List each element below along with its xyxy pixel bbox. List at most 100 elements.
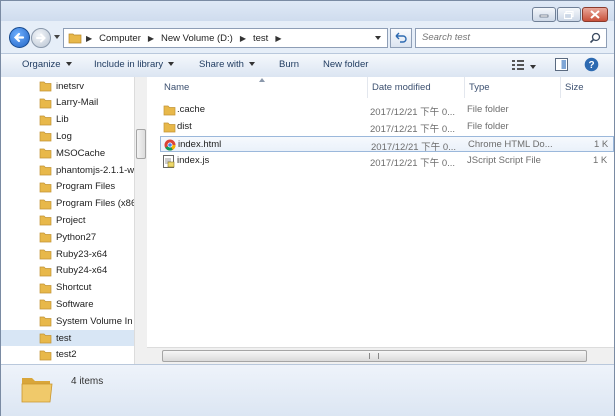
minimize-icon xyxy=(539,14,549,17)
file-row[interactable]: .cache 2017/12/21 下午 0... File folder xyxy=(160,102,614,118)
maximize-button[interactable] xyxy=(557,7,581,22)
folder-icon xyxy=(39,182,52,193)
new-folder-button[interactable]: New folder xyxy=(323,59,368,70)
file-row[interactable]: index.js 2017/12/21 下午 0... JScript Script… xyxy=(160,153,614,169)
minimize-button[interactable] xyxy=(532,7,556,22)
include-in-library-menu[interactable]: Include in library xyxy=(94,59,175,70)
file-type: File folder xyxy=(467,121,509,132)
nav-item[interactable]: Ruby23-x64 xyxy=(1,246,134,262)
nav-item[interactable]: Larry-Mail xyxy=(1,95,134,111)
nav-item[interactable]: inetsrv xyxy=(1,78,134,94)
forward-button[interactable] xyxy=(31,28,51,48)
separator-icon[interactable]: ▶ xyxy=(271,34,285,43)
nav-item[interactable]: Shortcut xyxy=(1,280,134,296)
nav-item-label: Ruby24-x64 xyxy=(56,265,108,277)
column-header-size[interactable]: Size xyxy=(561,77,614,98)
folder-icon xyxy=(39,350,52,361)
arrow-left-icon xyxy=(13,32,25,43)
nav-item[interactable]: Lib xyxy=(1,112,134,128)
breadcrumb-computer[interactable]: Computer xyxy=(96,29,144,47)
nav-item[interactable]: Python27 xyxy=(1,229,134,245)
file-row[interactable]: dist 2017/12/21 下午 0... File folder xyxy=(160,119,614,135)
folder-icon xyxy=(163,105,176,116)
folder-icon xyxy=(39,333,52,344)
file-name: index.js xyxy=(177,155,210,166)
share-with-menu[interactable]: Share with xyxy=(199,59,255,70)
search-box[interactable] xyxy=(415,28,607,48)
navigation-pane: inetsrv Larry-Mail Lib Log MSOCache phantomjs… xyxy=(1,77,134,364)
file-size: 1 K xyxy=(594,139,609,150)
folder-icon xyxy=(39,115,52,125)
nav-item-label: inetsrv xyxy=(56,80,84,92)
back-button[interactable] xyxy=(9,27,30,48)
refresh-icon xyxy=(395,32,407,43)
history-dropdown[interactable] xyxy=(54,35,60,39)
chrome-icon xyxy=(164,139,176,151)
nav-item-label: test2 xyxy=(56,349,77,361)
nav-item[interactable]: Project xyxy=(1,212,134,228)
nav-item[interactable]: Software xyxy=(1,296,134,312)
scrollbar-thumb[interactable] xyxy=(136,129,146,159)
nav-item-label: Shortcut xyxy=(56,282,92,294)
nav-item-label: Program Files (x86 xyxy=(56,198,134,210)
separator-icon[interactable]: ▶ xyxy=(144,34,158,43)
folder-icon xyxy=(39,98,52,109)
folder-icon xyxy=(39,165,52,176)
column-header-type[interactable]: Type xyxy=(465,77,561,98)
breadcrumb-new-volume[interactable]: New Volume (D:) xyxy=(158,29,236,47)
script-file-icon xyxy=(163,155,175,168)
breadcrumb-test[interactable]: test xyxy=(250,29,271,47)
nav-item-label: Log xyxy=(56,130,72,142)
column-header-date[interactable]: Date modified xyxy=(368,77,465,98)
folder-icon xyxy=(68,33,82,44)
horizontal-scrollbar[interactable] xyxy=(147,347,614,364)
folder-icon xyxy=(39,216,52,226)
view-options-button[interactable] xyxy=(511,58,536,73)
folder-icon xyxy=(39,199,52,209)
folder-icon xyxy=(39,266,52,277)
search-input[interactable] xyxy=(422,32,582,43)
address-bar-row: ▶ Computer ▶ New Volume (D:) ▶ test ▶ xyxy=(1,23,614,53)
folder-icon xyxy=(21,378,53,403)
file-row[interactable]: index.html 2017/12/21 下午 0... Chrome HTML … xyxy=(160,136,614,153)
preview-pane-button[interactable] xyxy=(555,58,568,74)
nav-item[interactable]: test2 xyxy=(1,347,134,363)
close-button[interactable] xyxy=(582,7,608,22)
nav-item[interactable]: Program Files xyxy=(1,179,134,195)
separator-icon[interactable]: ▶ xyxy=(82,34,96,43)
navigation-scrollbar[interactable] xyxy=(134,77,147,364)
close-icon xyxy=(590,10,600,19)
search-icon[interactable] xyxy=(589,32,601,44)
nav-item[interactable]: phantomjs-2.1.1-w xyxy=(1,162,134,178)
file-name: .cache xyxy=(177,104,205,115)
separator-icon[interactable]: ▶ xyxy=(236,34,250,43)
include-in-library-label: Include in library xyxy=(94,59,164,70)
burn-button[interactable]: Burn xyxy=(279,59,299,70)
column-header-name[interactable]: Name xyxy=(160,77,368,98)
arrow-right-icon xyxy=(36,33,46,43)
command-bar: Organize Include in library Share with B… xyxy=(1,53,614,78)
organize-menu[interactable]: Organize xyxy=(22,59,72,70)
refresh-button[interactable] xyxy=(390,28,412,48)
file-type: JScript Script File xyxy=(467,155,541,166)
help-button[interactable]: ? xyxy=(584,57,599,75)
nav-item[interactable]: Ruby24-x64 xyxy=(1,263,134,279)
nav-item-label: Program Files xyxy=(56,181,116,193)
nav-item[interactable]: Log xyxy=(1,128,134,144)
nav-item[interactable]: MSOCache xyxy=(1,145,134,161)
file-size: 1 K xyxy=(593,155,608,166)
chevron-down-icon[interactable] xyxy=(375,36,381,40)
file-date: 2017/12/21 下午 0... xyxy=(370,158,456,169)
chevron-down-icon xyxy=(168,62,175,67)
details-pane: 4 items xyxy=(1,364,614,416)
address-field[interactable]: ▶ Computer ▶ New Volume (D:) ▶ test ▶ xyxy=(63,28,388,48)
nav-item[interactable]: Program Files (x86 xyxy=(1,196,134,212)
nav-item[interactable]: System Volume In xyxy=(1,313,134,329)
folder-icon xyxy=(39,249,52,260)
scrollbar-thumb[interactable] xyxy=(162,350,587,362)
chevron-down-icon xyxy=(248,62,255,67)
nav-item[interactable]: test xyxy=(1,330,134,346)
chevron-down-icon xyxy=(530,65,536,70)
title-bar xyxy=(1,1,614,22)
folder-icon xyxy=(39,81,52,92)
